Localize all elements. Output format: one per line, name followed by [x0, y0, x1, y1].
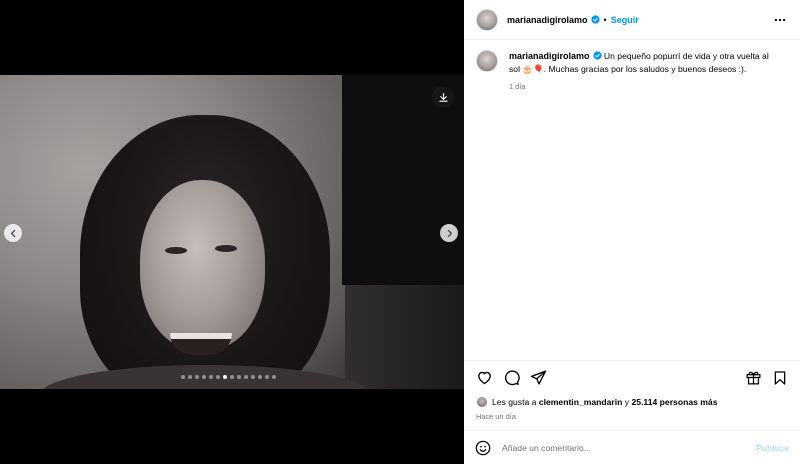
- post-photo[interactable]: [0, 75, 464, 389]
- post-media: [0, 0, 464, 464]
- chevron-right-icon: [447, 229, 452, 237]
- caption-time[interactable]: 1 día: [509, 81, 779, 94]
- author-username[interactable]: marianadigirolamo: [507, 15, 588, 25]
- verified-badge-icon: [590, 15, 600, 24]
- heart-icon: [477, 371, 491, 385]
- carousel-dot: [265, 375, 269, 379]
- photo-eye-right: [215, 245, 237, 252]
- photo-eye-left: [165, 247, 187, 254]
- save-button[interactable]: [770, 368, 790, 388]
- post-actions: [464, 360, 800, 394]
- share-icon: [530, 370, 546, 385]
- liker-avatar[interactable]: [476, 396, 488, 408]
- download-button[interactable]: [432, 86, 454, 108]
- post-side-panel: marianadigirolamo • Seguir marianadigiro…: [464, 0, 800, 464]
- emoji-button[interactable]: [474, 439, 492, 457]
- carousel-dot: [216, 375, 220, 379]
- verified-badge-icon: [592, 51, 602, 60]
- share-button[interactable]: [528, 368, 548, 388]
- caption-author-avatar[interactable]: [476, 50, 498, 72]
- post-caption: marianadigirolamo Un pequeño popurrí de …: [476, 50, 788, 94]
- follow-button[interactable]: Seguir: [611, 15, 639, 25]
- carousel-dot: [223, 375, 227, 379]
- carousel-dots: [181, 375, 276, 379]
- carousel-dot: [244, 375, 248, 379]
- publish-button[interactable]: Publicar: [756, 443, 790, 453]
- gift-button[interactable]: [743, 368, 763, 388]
- carousel-dot: [251, 375, 255, 379]
- likes-count[interactable]: 25.114 personas más: [631, 397, 717, 407]
- comment-icon: [504, 370, 520, 386]
- carousel-dot: [258, 375, 262, 379]
- carousel-dot: [237, 375, 241, 379]
- carousel-dot: [195, 375, 199, 379]
- more-horizontal-icon: [774, 18, 786, 22]
- like-button[interactable]: [474, 368, 494, 388]
- caption-body: marianadigirolamo Un pequeño popurrí de …: [509, 50, 779, 94]
- bookmark-icon: [774, 370, 786, 385]
- comment-button[interactable]: [501, 368, 521, 388]
- carousel-next-button[interactable]: [440, 224, 458, 242]
- likes-connector: y: [624, 397, 630, 407]
- emoji-icon: [475, 440, 491, 455]
- carousel-prev-button[interactable]: [4, 224, 22, 242]
- carousel-dot: [181, 375, 185, 379]
- comment-input[interactable]: [502, 442, 742, 453]
- author-avatar[interactable]: [476, 8, 498, 31]
- download-icon: [438, 92, 448, 102]
- more-options-button[interactable]: [772, 12, 788, 28]
- photo-face: [140, 180, 265, 350]
- liker-username[interactable]: clementin_mandarin: [539, 397, 623, 407]
- likes-summary: Les gusta a clementin_mandarin y 25.114 …: [476, 396, 717, 408]
- caption-username[interactable]: marianadigirolamo: [509, 51, 590, 61]
- carousel-dot: [272, 375, 276, 379]
- carousel-dot: [202, 375, 206, 379]
- likes-prefix: Les gusta a: [492, 397, 537, 407]
- carousel-dot: [209, 375, 213, 379]
- gift-icon: [745, 371, 761, 385]
- comment-bar: Publicar: [464, 430, 800, 464]
- carousel-dot: [230, 375, 234, 379]
- chevron-left-icon: [10, 229, 15, 237]
- post-header: marianadigirolamo • Seguir: [464, 0, 800, 40]
- post-timestamp[interactable]: Hace un día: [476, 412, 516, 421]
- header-separator: •: [603, 14, 607, 25]
- carousel-dot: [188, 375, 192, 379]
